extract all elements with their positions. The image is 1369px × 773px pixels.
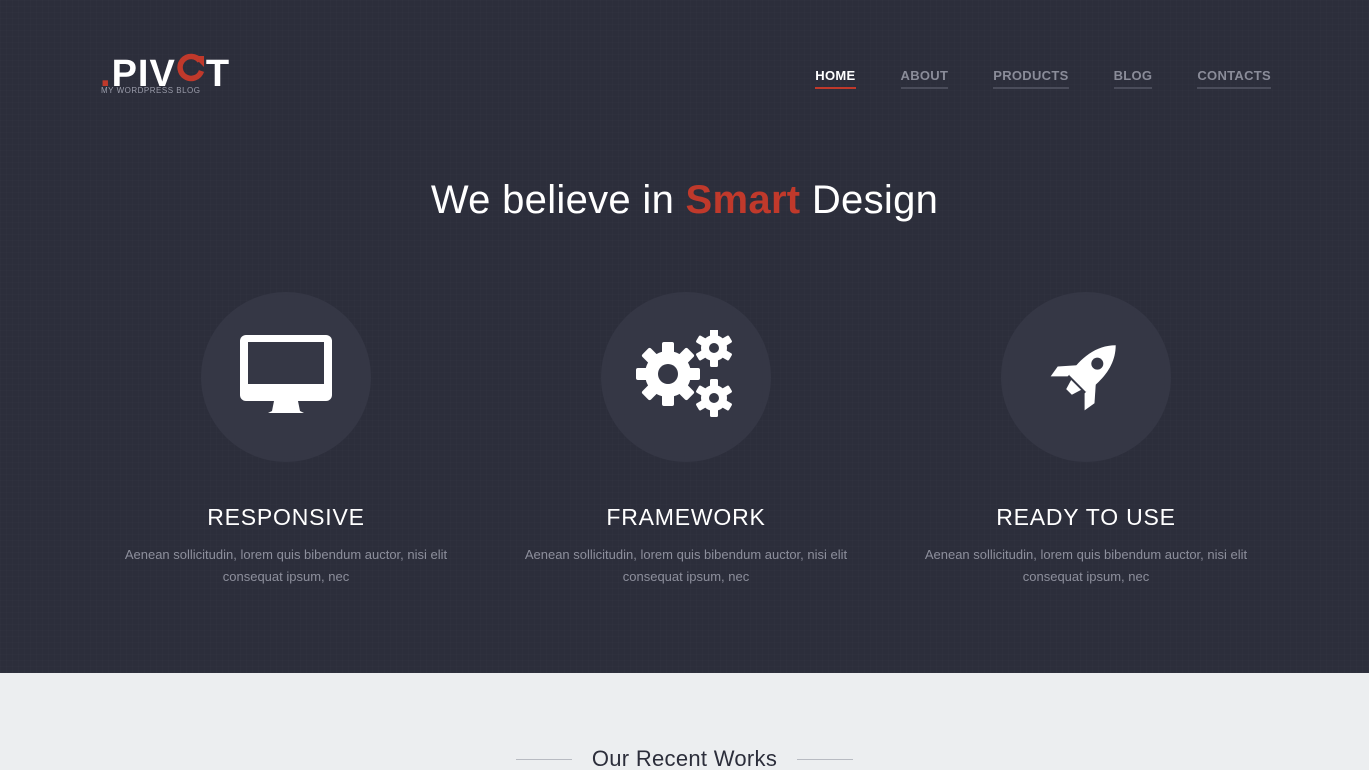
monitor-icon (238, 333, 334, 422)
feature-title: FRAMEWORK (606, 504, 766, 530)
gears-icon (636, 328, 736, 425)
feature-ready-to-use: READY TO USE Aenean sollicitudin, lorem … (886, 292, 1286, 588)
logo-suffix: T (205, 53, 231, 95)
nav-item-home[interactable]: HOME (815, 68, 856, 89)
logo-pivot-arrow-icon (176, 46, 206, 86)
feature-text: Aenean sollicitudin, lorem quis bibendum… (524, 547, 848, 584)
recent-works-title: Our Recent Works (591, 746, 778, 771)
headline-accent: Smart (685, 178, 801, 222)
heading-rule-right (797, 758, 854, 760)
feature-icon-circle (601, 292, 771, 462)
feature-text: Aenean sollicitudin, lorem quis bibendum… (924, 547, 1248, 584)
nav-item-blog[interactable]: BLOG (1113, 68, 1153, 89)
rocket-icon (1041, 330, 1131, 425)
site-logo[interactable]: . PIV T MY WORDPRESS BLOG (100, 46, 260, 102)
logo-tagline: MY WORDPRESS BLOG (101, 86, 201, 95)
hero-section: . PIV T MY WORDPRESS BLOG HOME ABOUT PROD… (0, 0, 1369, 673)
feature-title: RESPONSIVE (207, 504, 365, 530)
heading-rule-left (515, 758, 572, 760)
nav-item-products[interactable]: PRODUCTS (993, 68, 1069, 89)
main-nav: HOME ABOUT PRODUCTS BLOG CONTACTS (815, 68, 1271, 89)
feature-icon-circle (1001, 292, 1171, 462)
feature-title: READY TO USE (996, 504, 1176, 530)
hero-headline: We believe in Smart Design (0, 175, 1369, 225)
nav-item-contacts[interactable]: CONTACTS (1197, 68, 1271, 89)
recent-works-section: Our Recent Works (0, 673, 1369, 773)
feature-text: Aenean sollicitudin, lorem quis bibendum… (124, 547, 448, 584)
recent-works-heading: Our Recent Works (0, 745, 1369, 773)
logo-wordmark: . PIV T (100, 46, 230, 94)
headline-end: Design (800, 178, 939, 222)
nav-item-about[interactable]: ABOUT (900, 68, 949, 89)
feature-responsive: RESPONSIVE Aenean sollicitudin, lorem qu… (86, 292, 486, 588)
feature-icon-circle (201, 292, 371, 462)
feature-framework: FRAMEWORK Aenean sollicitudin, lorem qui… (486, 292, 886, 588)
headline-start: We believe in (430, 178, 686, 222)
